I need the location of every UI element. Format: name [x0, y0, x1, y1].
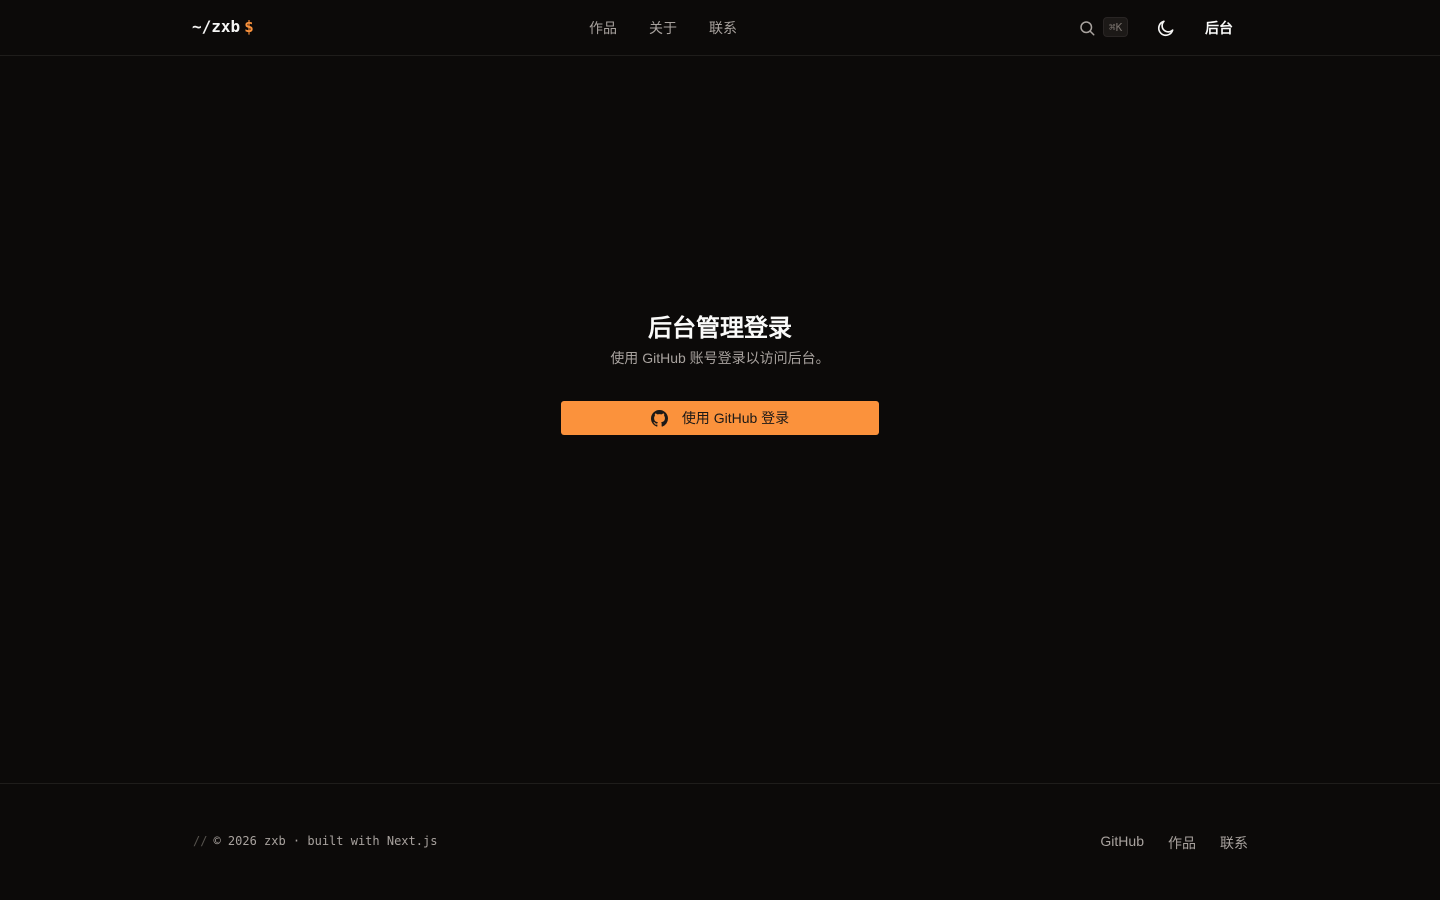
- login-section: 后台管理登录 使用 GitHub 账号登录以访问后台。 使用 GitHub 登录: [0, 56, 1440, 783]
- copyright: // © 2026 zxb · built with Next.js: [193, 834, 437, 848]
- github-icon: [650, 409, 668, 427]
- logo-text: ~/zxb: [192, 17, 241, 36]
- nav-item-about[interactable]: 关于: [649, 18, 677, 38]
- github-login-label: 使用 GitHub 登录: [681, 410, 790, 426]
- footer-link-works[interactable]: 作品: [1168, 833, 1196, 853]
- main-nav: 作品 关于 联系: [589, 18, 737, 38]
- comment-prefix: //: [193, 834, 208, 848]
- login-description: 使用 GitHub 账号登录以访问后台。: [610, 350, 830, 366]
- footer-nav: GitHub 作品 联系: [1100, 833, 1248, 853]
- site-header: ~/zxb $ 作品 关于 联系 ⌘K 后台: [0, 0, 1440, 56]
- footer-link-github[interactable]: GitHub: [1100, 833, 1144, 853]
- copyright-text: © 2026 zxb · built with Next.js: [213, 834, 438, 848]
- nav-item-works[interactable]: 作品: [589, 18, 617, 38]
- search-shortcut-badge[interactable]: ⌘K: [1103, 17, 1129, 37]
- moon-icon[interactable]: [1156, 18, 1176, 38]
- site-footer: // © 2026 zxb · built with Next.js GitHub…: [0, 783, 1440, 900]
- search-icon[interactable]: [1078, 19, 1096, 37]
- logo-prompt: $: [244, 17, 254, 36]
- footer-link-contact[interactable]: 联系: [1220, 833, 1248, 853]
- admin-link[interactable]: 后台: [1205, 18, 1233, 38]
- page-title: 后台管理登录: [648, 315, 792, 342]
- site-logo[interactable]: ~/zxb $: [192, 17, 254, 36]
- github-login-button[interactable]: 使用 GitHub 登录: [561, 401, 879, 435]
- nav-item-contact[interactable]: 联系: [709, 18, 737, 38]
